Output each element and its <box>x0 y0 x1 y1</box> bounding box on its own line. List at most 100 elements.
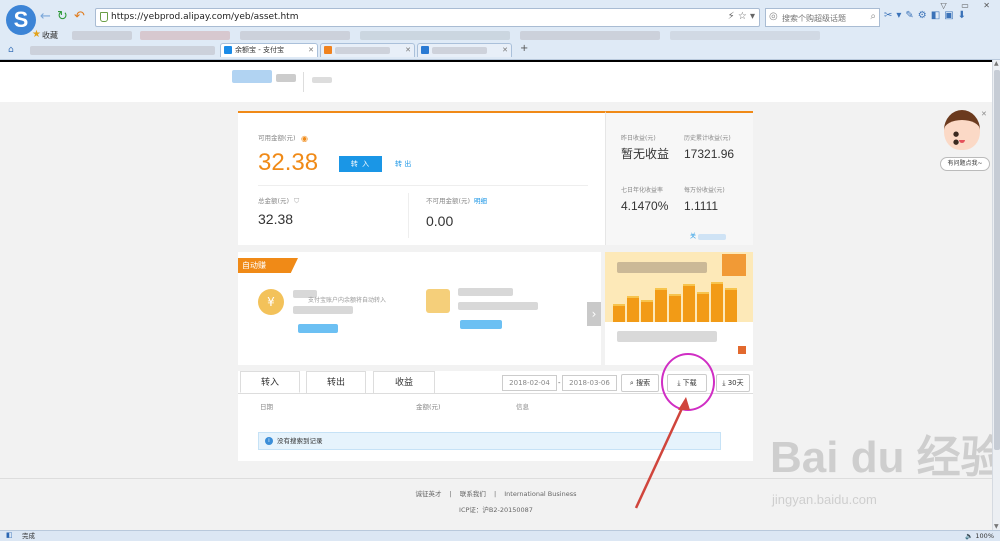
transfer-out-link[interactable]: 转 出 <box>395 158 411 170</box>
address-url[interactable]: https://yebprod.alipay.com/yeb/asset.htm <box>111 11 298 24</box>
cumulative-earnings-value: 17321.96 <box>684 147 735 161</box>
ad-marker-icon <box>738 346 746 354</box>
tab-transfer-in[interactable]: 转入 <box>240 371 300 393</box>
scroll-thumb[interactable] <box>994 70 1000 450</box>
more-info-blurred[interactable] <box>698 234 726 240</box>
close-tab-icon[interactable]: ✕ <box>405 44 411 56</box>
tab-favicon-icon <box>421 46 429 54</box>
address-bar[interactable]: https://yebprod.alipay.com/yeb/asset.htm… <box>95 8 760 27</box>
auto-earn-card: 自动赚 ¥ 支付宝账户内余额将自动转入 <box>238 252 601 365</box>
unavailable-detail-link[interactable]: 明细 <box>474 197 487 206</box>
search-button-label: 搜索 <box>636 379 651 387</box>
empty-notice-text: 没有搜索到记录 <box>277 437 323 445</box>
favorite-item[interactable] <box>240 31 350 40</box>
scroll-down-icon[interactable]: ▼ <box>994 523 999 530</box>
auto-earn-action-2[interactable] <box>460 320 502 329</box>
start-date-input[interactable]: 2018-02-04 <box>502 375 557 391</box>
close-tab-icon[interactable]: ✕ <box>502 44 508 56</box>
helper-avatar[interactable]: ● ● <box>944 110 980 150</box>
unavailable-amount: 0.00 <box>426 213 454 229</box>
days-30-button[interactable]: ⤓ 30天 <box>716 374 750 392</box>
window-controls[interactable]: ▽ ▭ ✕ <box>941 1 997 10</box>
customer-service-widget[interactable]: ● ● ✕ 有问题点我~ <box>940 110 990 175</box>
tab-label: 余额宝 - 支付宝 <box>235 46 284 54</box>
promo-title-blurred <box>617 262 707 273</box>
unavailable-label: 不可用金额(元) <box>426 197 471 205</box>
tab-favicon-icon <box>324 46 332 54</box>
yesterday-earnings-label: 昨日收益(元) <box>621 135 656 142</box>
annotation-circle <box>661 353 715 411</box>
divider <box>408 193 409 238</box>
available-label: 可用金额(元) <box>258 134 296 142</box>
new-tab-icon[interactable]: + <box>520 43 528 54</box>
browser-window: S ← ↻ ↶ https://yebprod.alipay.com/yeb/a… <box>0 0 1000 541</box>
end-date-input[interactable]: 2018-03-06 <box>562 375 617 391</box>
browser-search-box[interactable]: ◎ ⌕ <box>765 8 880 27</box>
asset-card: 可用金额(元) ◉ 32.38 转 入 转 出 总金额(元) ⛉ 32.38 不… <box>238 111 605 245</box>
seven-day-yield-value: 4.1470% <box>621 199 669 213</box>
footer-link-careers[interactable]: 诚征英才 <box>413 490 445 498</box>
available-amount: 32.38 <box>258 149 319 176</box>
blurred-text <box>293 306 353 314</box>
footer-separator: | <box>449 490 452 498</box>
zoom-level[interactable]: 🔈 100% <box>965 531 994 541</box>
search-button[interactable]: ⌕ 搜索 <box>621 374 659 392</box>
transfer-in-button[interactable]: 转 入 <box>339 156 382 172</box>
search-icon: ⌕ <box>629 379 634 387</box>
close-tab-icon[interactable]: ✕ <box>308 44 314 56</box>
undo-icon[interactable]: ↶ <box>74 10 85 24</box>
address-actions[interactable]: ⚡ ☆ ▾ <box>728 11 755 22</box>
scroll-up-icon[interactable]: ▲ <box>994 60 999 67</box>
tab-earnings[interactable]: 收益 <box>373 371 435 393</box>
promo-bars-graphic <box>613 276 747 322</box>
column-info: 信息 <box>516 403 529 411</box>
home-icon[interactable]: ⌂ <box>8 45 14 55</box>
status-text: 完成 <box>22 532 35 540</box>
earnings-card: 昨日收益(元) 暂无收益 历史累计收益(元) 17321.96 七日年化收益率 … <box>605 111 753 245</box>
favorite-item[interactable] <box>140 31 230 40</box>
sound-icon[interactable]: 🔈 <box>965 532 973 540</box>
baidu-watermark: Bai du 经验 jingyan.baidu.com <box>762 432 1000 522</box>
tab-yuebao[interactable]: 余额宝 - 支付宝 ✕ <box>220 43 318 57</box>
cumulative-earnings-label: 历史累计收益(元) <box>684 135 731 142</box>
days-button-label: 30天 <box>727 379 744 387</box>
info-icon: i <box>265 437 273 445</box>
page-scrollbar[interactable]: ▲ ▼ <box>992 60 1000 530</box>
toolbar-icons[interactable]: ✂▾✎⚙◧▣⬇ <box>884 10 970 21</box>
refresh-icon[interactable]: ↻ <box>57 10 68 24</box>
promo-badge <box>722 254 746 276</box>
favorite-item[interactable] <box>670 31 820 40</box>
promo-banner[interactable] <box>605 252 753 365</box>
carousel-next-icon[interactable]: › <box>587 302 601 326</box>
divider <box>258 185 588 186</box>
footer-link-international[interactable]: International Business <box>501 490 579 498</box>
more-info-link[interactable]: 关 <box>690 233 696 241</box>
tab-transfer-out[interactable]: 转出 <box>306 371 366 393</box>
header-divider <box>303 72 304 92</box>
watermark-url: jingyan.baidu.com <box>772 492 877 507</box>
footer-link-contact[interactable]: 联系我们 <box>457 490 489 498</box>
auto-earn-action[interactable] <box>298 324 338 333</box>
favorite-item[interactable] <box>360 31 510 40</box>
favorites-star-icon[interactable]: ★ <box>32 29 41 40</box>
browser-search-input[interactable] <box>782 10 872 26</box>
favorite-item[interactable] <box>72 31 132 40</box>
per-10k-earnings-value: 1.1111 <box>684 199 719 213</box>
tab-other-1[interactable]: ✕ <box>320 43 415 57</box>
help-button[interactable]: 有问题点我~ <box>940 157 990 171</box>
favorites-label[interactable]: 收藏 <box>42 30 58 42</box>
close-helper-icon[interactable]: ✕ <box>981 110 987 118</box>
favorite-item[interactable] <box>520 31 660 40</box>
blurred-tab[interactable] <box>30 46 215 55</box>
search-engine-icon[interactable]: ◎ <box>769 11 778 22</box>
search-icon[interactable]: ⌕ <box>870 11 876 22</box>
tab-other-2[interactable]: ✕ <box>417 43 512 57</box>
eye-icon[interactable]: ◉ <box>301 134 308 143</box>
auto-earn-description: 支付宝账户内余额将自动转入 <box>308 297 387 304</box>
browser-toolbar: S ← ↻ ↶ https://yebprod.alipay.com/yeb/a… <box>0 0 1000 60</box>
back-icon[interactable]: ← <box>40 10 51 24</box>
seven-day-yield-label: 七日年化收益率 <box>621 187 664 194</box>
column-date: 日期 <box>260 403 273 411</box>
zoom-value[interactable]: 100% <box>975 532 994 540</box>
favorites-bar: ★ 收藏 <box>0 29 1000 43</box>
